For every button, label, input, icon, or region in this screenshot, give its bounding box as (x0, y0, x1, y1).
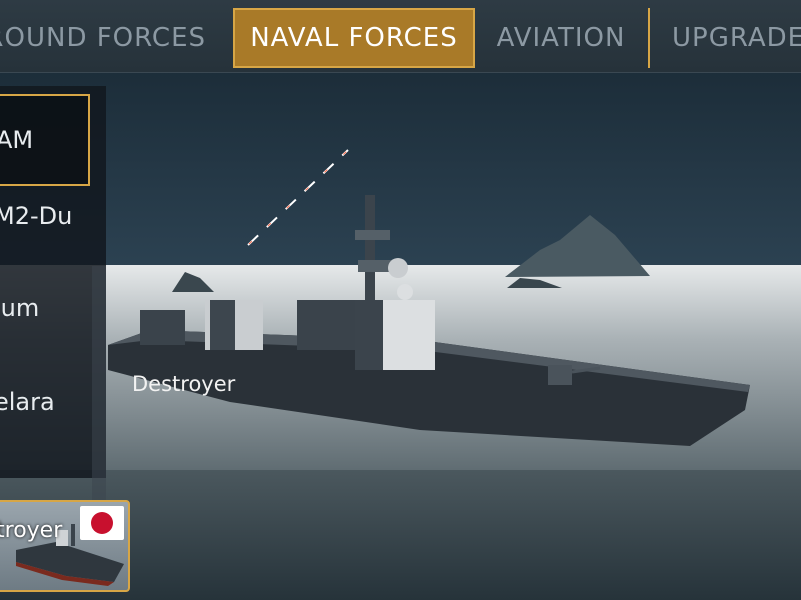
tab-upgrades[interactable]: UPGRADES (648, 8, 801, 68)
tab-naval-forces[interactable]: NAVAL FORCES (233, 8, 475, 68)
tab-ground-forces[interactable]: GROUND FORCES (0, 8, 228, 68)
unit-list: AM M2-Du ium elara (0, 86, 106, 558)
ship-name-label: Destroyer (132, 372, 236, 396)
unit-list-item-label: M2-Du (0, 202, 73, 230)
unit-list-item-elara[interactable]: elara (0, 356, 90, 448)
unit-list-item-label: AM (0, 126, 34, 154)
unit-list-item-label: elara (0, 388, 55, 416)
category-tab-bar: GROUND FORCES NAVAL FORCES AVIATION UPGR… (0, 0, 801, 73)
tab-aviation[interactable]: AVIATION (479, 8, 643, 68)
unit-card-label: troyer (0, 518, 63, 543)
flag-sun-disc (91, 512, 113, 534)
japan-flag-icon (80, 506, 124, 540)
unit-list-item-m2-du[interactable]: M2-Du (0, 170, 90, 262)
destroyer-unit-card[interactable]: troyer (0, 500, 130, 592)
unit-list-item-label: ium (0, 294, 40, 322)
unit-list-item-ium[interactable]: ium (0, 262, 90, 354)
